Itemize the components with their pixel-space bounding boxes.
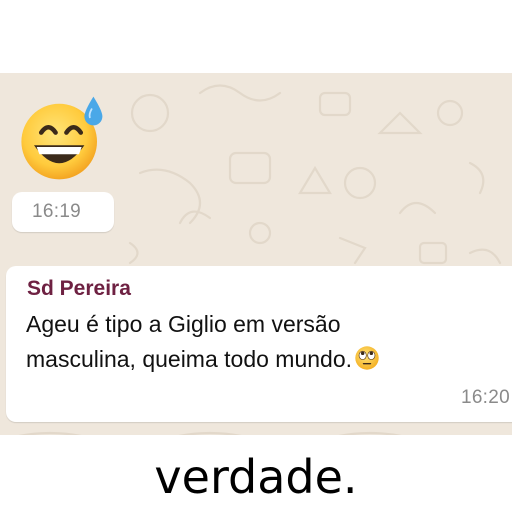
message-line-2-text: masculina, queima todo mundo. (26, 346, 353, 372)
chat-area[interactable]: 16:19 Sd Pereira Ageu é tipo a Giglio em… (0, 73, 512, 435)
timestamp-pill: 16:19 (12, 192, 114, 232)
grinning-face-with-sweat-icon (21, 96, 103, 180)
meme-page: 16:19 Sd Pereira Ageu é tipo a Giglio em… (0, 0, 512, 512)
sender-name[interactable]: Sd Pereira (27, 277, 131, 301)
message-line-2: masculina, queima todo mundo. (26, 345, 380, 373)
caption-text: verdade. (154, 450, 358, 504)
face-with-rolling-eyes-icon (355, 346, 379, 370)
text-message[interactable]: Sd Pereira Ageu é tipo a Giglio em versã… (6, 266, 512, 422)
emoji-message[interactable]: 16:19 (6, 73, 114, 232)
message-time: 16:20 (460, 387, 510, 408)
message-time: 16:19 (32, 201, 82, 222)
message-line-1: Ageu é tipo a Giglio em versão (26, 311, 341, 337)
